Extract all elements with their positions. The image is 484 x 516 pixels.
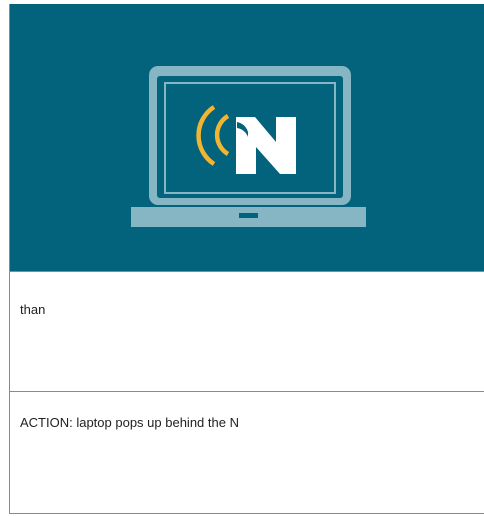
laptop-illustration (131, 66, 366, 227)
frame-illustration (10, 4, 484, 271)
divider-top (10, 271, 484, 272)
script-text: than (20, 302, 46, 317)
laptop-trackpad (239, 213, 258, 218)
action-text: ACTION: laptop pops up behind the N (20, 415, 239, 430)
divider-middle (10, 391, 484, 392)
storyboard-frame: than ACTION: laptop pops up behind the N (9, 4, 484, 514)
